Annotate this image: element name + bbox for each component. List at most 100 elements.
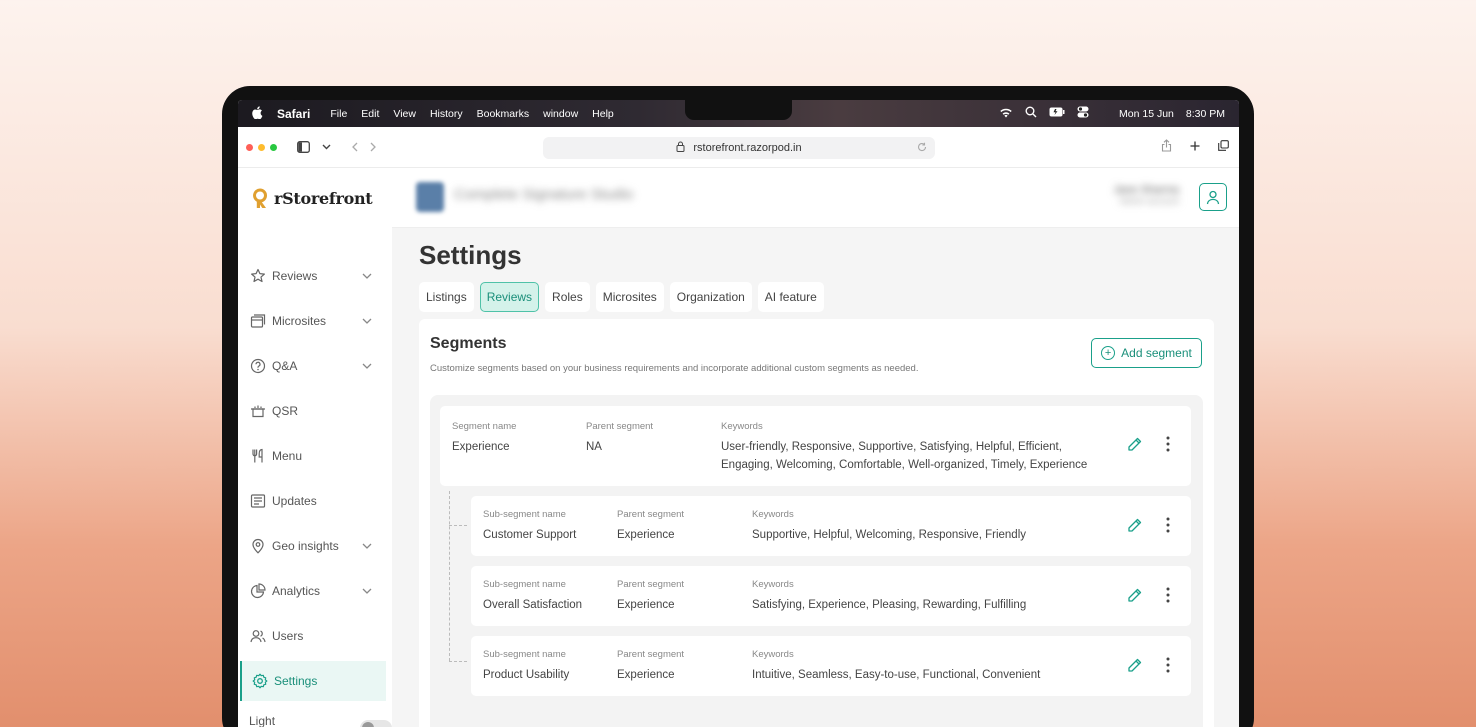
user-subtitle: Admin account <box>1119 196 1179 206</box>
search-icon[interactable] <box>1025 106 1037 121</box>
menu-history[interactable]: History <box>430 108 463 120</box>
reload-icon[interactable] <box>917 142 927 155</box>
edit-pencil-icon[interactable] <box>1127 518 1142 538</box>
wifi-icon[interactable] <box>999 107 1013 121</box>
tab-organization[interactable]: Organization <box>669 282 752 312</box>
zoom-window-button[interactable] <box>270 143 277 151</box>
brand-logo[interactable]: rStorefront <box>250 187 373 209</box>
sidebar-item-geo-insights[interactable]: Geo insights <box>238 526 392 566</box>
tab-reviews[interactable]: Reviews <box>479 282 540 312</box>
users-icon <box>249 627 267 645</box>
top-header: Complete Signature Studio Jane Sharma Ad… <box>392 168 1239 228</box>
menu-bookmarks[interactable]: Bookmarks <box>477 108 530 120</box>
sidebar-item-qa[interactable]: Q&A <box>238 346 392 386</box>
edit-pencil-icon[interactable] <box>1127 658 1142 678</box>
macos-menu-bar: Safari File Edit View History Bookmarks … <box>238 100 1239 127</box>
chevron-down-icon <box>362 541 372 552</box>
tab-ai-feature[interactable]: AI feature <box>757 282 824 312</box>
menu-window[interactable]: window <box>543 108 578 120</box>
tab-group-chevron-icon[interactable] <box>322 144 331 150</box>
tab-roles[interactable]: Roles <box>545 282 590 312</box>
screen: Safari File Edit View History Bookmarks … <box>238 100 1239 727</box>
tab-listings[interactable]: Listings <box>419 282 474 312</box>
light-mode-label: Light mode <box>249 714 276 727</box>
menu-view[interactable]: View <box>393 108 416 120</box>
sidebar-item-analytics[interactable]: Analytics <box>238 571 392 611</box>
sub-segment-name-label: Sub-segment name <box>483 579 566 590</box>
keywords-label: Keywords <box>752 649 794 660</box>
microsites-icon <box>249 312 267 330</box>
keywords: Supportive, Helpful, Welcoming, Responsi… <box>752 529 1026 541</box>
plus-circle-icon: + <box>1101 346 1116 360</box>
sidebar-item-users[interactable]: Users <box>238 616 392 656</box>
keywords-label: Keywords <box>721 421 763 432</box>
chevron-down-icon <box>362 361 372 372</box>
apple-logo-icon[interactable] <box>252 105 263 122</box>
user-icon <box>1206 190 1220 204</box>
more-vertical-icon[interactable] <box>1166 657 1170 673</box>
control-center-icon[interactable] <box>1077 106 1089 121</box>
sidebar-item-label: Analytics <box>272 584 321 598</box>
store-logo <box>416 182 444 212</box>
profile-button[interactable] <box>1199 183 1227 211</box>
sidebar-item-label: Q&A <box>272 359 298 373</box>
user-name: Jane Sharma <box>1113 184 1179 196</box>
sidebar-item-label: Microsites <box>272 314 327 328</box>
edit-pencil-icon[interactable] <box>1127 437 1142 457</box>
share-icon[interactable] <box>1161 139 1172 155</box>
chevron-down-icon <box>362 271 372 282</box>
light-mode-row: Light mode <box>249 714 392 727</box>
chevron-down-icon <box>362 586 372 597</box>
window-controls <box>246 143 277 151</box>
newspaper-icon <box>249 492 267 510</box>
segment-row: Segment name Experience Parent segment N… <box>440 406 1191 486</box>
sidebar-item-label: Menu <box>272 449 303 463</box>
sub-segment-name: Customer Support <box>483 529 577 541</box>
url-text: rstorefront.razorpod.in <box>693 142 802 154</box>
menu-edit[interactable]: Edit <box>361 108 379 120</box>
brand-name: rStorefront <box>274 188 373 208</box>
minimize-window-button[interactable] <box>258 143 265 151</box>
edit-pencil-icon[interactable] <box>1127 588 1142 608</box>
question-icon <box>249 357 267 375</box>
sidebar-item-microsites[interactable]: Microsites <box>238 301 392 341</box>
parent-segment-label: Parent segment <box>617 649 685 660</box>
segment-group: Segment name Experience Parent segment N… <box>430 395 1203 727</box>
forward-icon[interactable] <box>370 142 376 152</box>
sidebar-item-updates[interactable]: Updates <box>238 481 392 521</box>
add-segment-button[interactable]: + Add segment <box>1091 338 1202 368</box>
tab-microsites[interactable]: Microsites <box>595 282 664 312</box>
sidebar-item-reviews[interactable]: Reviews <box>238 256 392 296</box>
new-tab-icon[interactable] <box>1190 139 1200 155</box>
menu-help[interactable]: Help <box>592 108 614 120</box>
back-icon[interactable] <box>352 142 358 152</box>
sub-segment-row: Sub-segment name Overall Satisfaction Pa… <box>471 566 1191 626</box>
sidebar-item-menu[interactable]: Menu <box>238 436 392 476</box>
segment-name-label: Segment name <box>452 421 517 432</box>
sidebar-item-settings[interactable]: Settings <box>240 661 386 701</box>
menubar-date[interactable]: Mon 15 Jun <box>1119 108 1174 120</box>
keywords-line-1: User-friendly, Responsive, Supportive, S… <box>721 441 1062 453</box>
add-segment-label: Add segment <box>1121 346 1192 360</box>
more-vertical-icon[interactable] <box>1166 436 1170 452</box>
menu-file[interactable]: File <box>330 108 347 120</box>
menu-app-name[interactable]: Safari <box>277 107 310 121</box>
parent-segment-label: Parent segment <box>586 421 654 432</box>
sidebar-item-qsr[interactable]: QSR <box>238 391 392 431</box>
tree-connector <box>449 491 450 661</box>
menubar-time[interactable]: 8:30 PM <box>1186 108 1225 120</box>
map-pin-icon <box>249 537 267 555</box>
keywords: Satisfying, Experience, Pleasing, Reward… <box>752 599 1027 611</box>
more-vertical-icon[interactable] <box>1166 517 1170 533</box>
address-bar[interactable]: rstorefront.razorpod.in <box>543 137 935 159</box>
tab-overview-icon[interactable] <box>1218 139 1229 155</box>
sidebar-toggle-icon[interactable] <box>297 141 310 153</box>
parent-segment-label: Parent segment <box>617 509 685 520</box>
star-icon <box>249 267 267 285</box>
close-window-button[interactable] <box>246 143 253 151</box>
more-vertical-icon[interactable] <box>1166 587 1170 603</box>
battery-icon[interactable] <box>1049 107 1065 120</box>
parent-segment: NA <box>586 441 602 453</box>
sidebar-item-label: Users <box>272 629 304 643</box>
light-mode-toggle[interactable] <box>359 720 392 727</box>
